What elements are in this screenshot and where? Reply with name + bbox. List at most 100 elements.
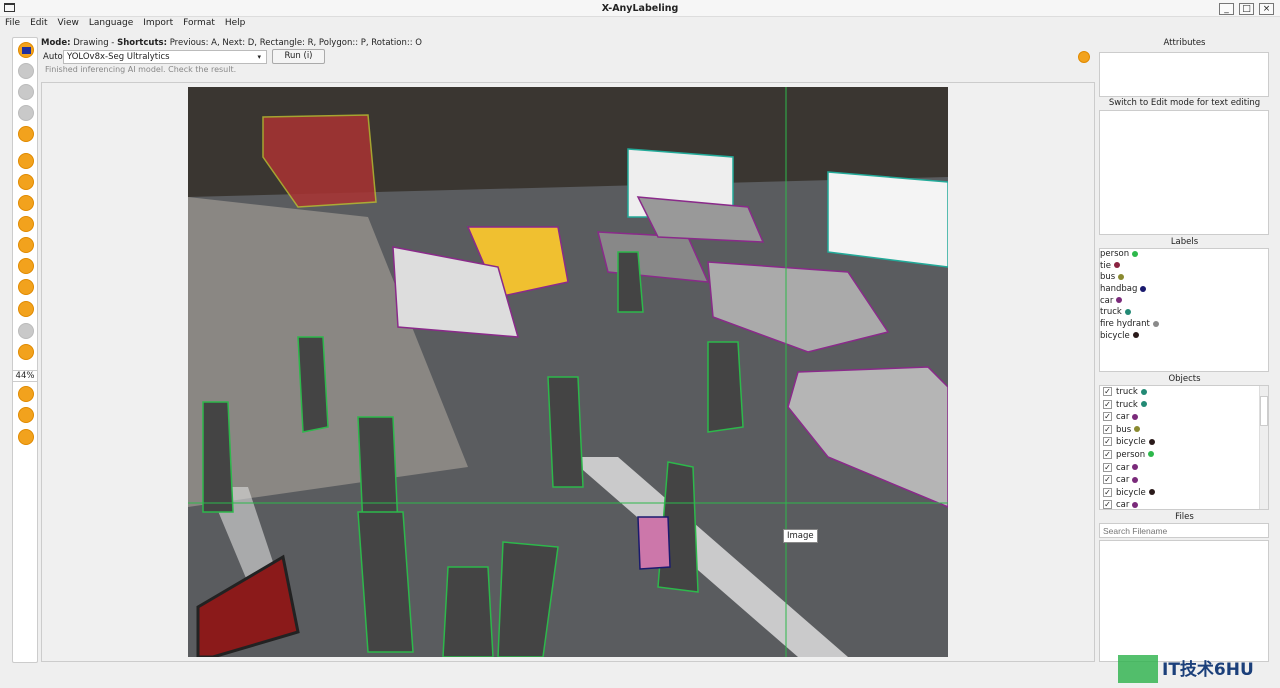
label-color-dot	[1132, 251, 1138, 257]
mode-info: Mode: Drawing - Shortcuts: Previous: A, …	[41, 38, 422, 48]
label-color-dot	[1133, 332, 1139, 338]
point-icon[interactable]	[18, 258, 34, 274]
close-button[interactable]: ×	[1259, 3, 1274, 15]
object-color-dot	[1132, 502, 1138, 508]
auto-label: Auto	[43, 52, 63, 62]
object-name: car	[1116, 412, 1129, 422]
truck-annotation[interactable]	[828, 172, 948, 267]
title-bar: X-AnyLabeling _ □ ×	[0, 0, 1280, 17]
delete-shape-icon[interactable]	[18, 323, 34, 339]
object-color-dot	[1149, 439, 1155, 445]
chevron-down-icon: ▾	[257, 51, 261, 63]
visibility-checkbox[interactable]: ✓	[1103, 387, 1112, 396]
object-color-dot	[1141, 389, 1147, 395]
object-color-dot	[1132, 464, 1138, 470]
visibility-checkbox[interactable]: ✓	[1103, 488, 1112, 497]
label-color-dot	[1118, 274, 1124, 280]
visibility-checkbox[interactable]: ✓	[1103, 475, 1112, 484]
zoom-level[interactable]: 44%	[12, 370, 38, 382]
annotation-overlay	[188, 87, 948, 657]
auto-labeling-icon[interactable]	[18, 407, 34, 423]
menu-file[interactable]: File	[0, 17, 25, 32]
object-color-dot	[1132, 414, 1138, 420]
visibility-checkbox[interactable]: ✓	[1103, 463, 1112, 472]
rectangle-icon[interactable]	[18, 174, 34, 190]
rotation-icon[interactable]	[18, 195, 34, 211]
save-icon[interactable]	[18, 105, 34, 121]
visibility-checkbox[interactable]: ✓	[1103, 500, 1112, 509]
line-icon[interactable]	[18, 237, 34, 253]
next-image-icon[interactable]	[18, 63, 34, 79]
maximize-button[interactable]: □	[1239, 3, 1254, 15]
label-name: tie	[1100, 261, 1111, 271]
watermark-logo	[1118, 655, 1158, 683]
edit-icon[interactable]	[18, 301, 34, 317]
object-item[interactable]: ✓bicycle	[1100, 436, 1268, 449]
left-toolbar	[12, 37, 38, 663]
label-item[interactable]: bicycle	[1100, 331, 1268, 343]
prev-image-icon[interactable]	[18, 84, 34, 100]
object-item[interactable]: ✓ bus	[1100, 424, 1268, 437]
minimize-button[interactable]: _	[1219, 3, 1234, 15]
search-filename-input[interactable]	[1099, 523, 1269, 538]
object-item[interactable]: ✓ truck	[1100, 386, 1268, 399]
labels-title: Labels	[1097, 237, 1272, 247]
label-item[interactable]: fire hydrant	[1100, 319, 1268, 331]
menu-help[interactable]: Help	[220, 17, 251, 32]
label-name: truck	[1100, 307, 1122, 317]
circle-icon[interactable]	[18, 216, 34, 232]
mode-sep: -	[109, 38, 117, 48]
visibility-checkbox[interactable]: ✓	[1103, 412, 1112, 421]
object-color-dot	[1134, 426, 1140, 432]
edit-mode-hint: Switch to Edit mode for text editing	[1097, 98, 1272, 108]
label-item[interactable]: person	[1100, 249, 1268, 261]
polygon-icon[interactable]	[18, 153, 34, 169]
label-item[interactable]: car	[1100, 296, 1268, 308]
visibility-checkbox[interactable]: ✓	[1103, 425, 1112, 434]
object-item[interactable]: ✓bicycle	[1100, 487, 1268, 500]
run-icon[interactable]	[18, 429, 34, 445]
object-item[interactable]: ✓car	[1100, 499, 1268, 512]
label-item[interactable]: bus	[1100, 272, 1268, 284]
visibility-checkbox[interactable]: ✓	[1103, 450, 1112, 459]
label-item[interactable]: handbag	[1100, 284, 1268, 296]
canvas-tooltip: Image	[783, 529, 818, 543]
object-color-dot	[1141, 401, 1147, 407]
label-item[interactable]: tie	[1100, 261, 1268, 273]
objects-scrollbar[interactable]	[1259, 386, 1268, 509]
label-name: fire hydrant	[1100, 319, 1150, 329]
files-title: Files	[1097, 512, 1272, 522]
menu-bar: File Edit View Language Import Format He…	[0, 17, 1280, 32]
menu-language[interactable]: Language	[84, 17, 138, 32]
files-list	[1099, 540, 1269, 662]
undo-icon[interactable]	[18, 344, 34, 360]
menu-import[interactable]: Import	[138, 17, 178, 32]
open-dir-icon[interactable]	[18, 42, 34, 58]
label-item[interactable]: truck	[1100, 307, 1268, 319]
object-name: bus	[1116, 425, 1131, 435]
visibility-checkbox[interactable]: ✓	[1103, 400, 1112, 409]
object-item[interactable]: ✓person	[1100, 449, 1268, 462]
object-item[interactable]: ✓ car	[1100, 411, 1268, 424]
object-item[interactable]: ✓car	[1100, 474, 1268, 487]
object-name: truck	[1116, 387, 1138, 397]
shortcuts-text: Previous: A, Next: D, Rectangle: R, Poly…	[170, 38, 422, 48]
object-item[interactable]: ✓truck	[1100, 399, 1268, 412]
fit-width-icon[interactable]	[18, 386, 34, 402]
menu-format[interactable]: Format	[178, 17, 220, 32]
model-select[interactable]: YOLOv8x-Seg Ultralytics▾	[63, 50, 267, 64]
run-button[interactable]: Run (i)	[272, 49, 325, 64]
object-name: car	[1116, 463, 1129, 473]
delete-file-icon[interactable]	[18, 126, 34, 142]
label-name: person	[1100, 249, 1129, 259]
brightness-icon[interactable]	[1078, 51, 1090, 63]
shortcuts-label: Shortcuts:	[117, 38, 167, 48]
linestrip-icon[interactable]	[18, 279, 34, 295]
status-text: Finished inferencing AI model. Check the…	[45, 65, 236, 74]
menu-edit[interactable]: Edit	[25, 17, 52, 32]
description-box[interactable]	[1099, 110, 1269, 235]
menu-view[interactable]: View	[53, 17, 84, 32]
street-image[interactable]	[188, 87, 948, 657]
object-item[interactable]: ✓ car	[1100, 462, 1268, 475]
visibility-checkbox[interactable]: ✓	[1103, 437, 1112, 446]
